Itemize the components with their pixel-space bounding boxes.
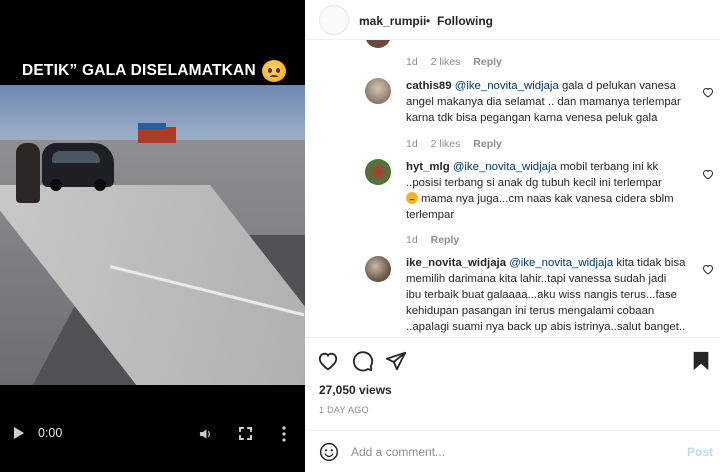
video-time: 0:00 <box>38 426 63 440</box>
comment-line: ..posisi terbang si anak dg tubuh kecil … <box>406 177 662 189</box>
post-sidebar: mak_rumpii • Following 1d 2 likes Reply … <box>305 0 720 472</box>
pleading-face-emoji-icon <box>261 60 286 82</box>
comment-likes[interactable]: 2 likes <box>431 138 461 150</box>
comment-meta: 1d Reply <box>406 234 469 246</box>
author-username[interactable]: mak_rumpii <box>359 14 426 28</box>
post-timestamp[interactable]: 1 DAY AGO <box>319 405 369 415</box>
comment-mention[interactable]: @ike_novita_widjaja <box>453 161 557 173</box>
comment-meta: 1d 2 likes Reply <box>406 138 512 150</box>
reply-button[interactable]: Reply <box>431 234 460 246</box>
comment-text: cathis89 @ike_novita_widjaja gala d pelu… <box>406 78 689 126</box>
like-comment-heart-icon[interactable] <box>702 87 714 98</box>
video-frame[interactable] <box>0 85 305 385</box>
comment-line: karna tdk bisa pegangan karna venesa pel… <box>406 112 658 124</box>
emoji-picker-smiley-icon[interactable] <box>319 442 339 462</box>
share-send-icon[interactable] <box>385 350 407 372</box>
like-comment-heart-icon[interactable] <box>702 169 714 180</box>
comment-mention[interactable]: @ike_novita_widjaja <box>455 80 559 92</box>
comment-username[interactable]: cathis89 <box>406 80 452 92</box>
view-count[interactable]: 27,050 views <box>319 383 392 397</box>
comment-age: 1d <box>406 234 418 246</box>
comment-line: terlempar <box>406 209 455 221</box>
comment-mention[interactable]: @ike_novita_widjaja <box>509 257 613 269</box>
post-header: mak_rumpii • Following <box>305 0 720 40</box>
more-options-icon[interactable] <box>282 425 286 443</box>
volume-icon[interactable] <box>199 427 212 441</box>
comment-line: memilih darimana kita lahir..tapi vaness… <box>406 273 667 285</box>
comment-line: angel makanya dia selamat .. dan mamanya… <box>406 96 681 108</box>
like-heart-icon[interactable] <box>317 350 339 372</box>
comment-meta: 1d 2 likes Reply <box>406 56 512 68</box>
sad-face-emoji-icon <box>406 192 418 204</box>
video-player[interactable]: DETIK” GALA DISELAMATKAN 0:00 <box>0 0 305 472</box>
comment-input[interactable] <box>351 443 671 461</box>
comment-line: kehidupan pasangan ini terus mengalami c… <box>406 305 655 317</box>
video-frame-person <box>16 143 40 203</box>
comment-avatar[interactable] <box>365 78 391 104</box>
comments-list[interactable]: 1d 2 likes Reply cathis89 @ike_novita_wi… <box>305 40 720 336</box>
video-caption: DETIK” GALA DISELAMATKAN <box>22 60 286 82</box>
like-comment-heart-icon[interactable] <box>702 264 714 275</box>
comment-avatar[interactable] <box>365 256 391 282</box>
comment-username[interactable]: ike_novita_widjaja <box>406 257 506 269</box>
car-wheel <box>94 179 106 191</box>
comment-text: hyt_mlg @ike_novita_widjaja mobil terban… <box>406 159 689 223</box>
comment-bubble-icon[interactable] <box>352 350 374 372</box>
comment-age: 1d <box>406 56 418 68</box>
instagram-post-modal: DETIK” GALA DISELAMATKAN 0:00 mak_rumpii… <box>0 0 720 472</box>
fullscreen-icon[interactable] <box>239 427 252 440</box>
post-actions-bar <box>305 337 720 381</box>
comment-line: gala d pelukan vanesa <box>561 80 676 92</box>
comment-avatar[interactable] <box>365 159 391 185</box>
add-comment-bar: Post <box>305 430 720 472</box>
comment-line: ..apalagi suami nya back up abis istriny… <box>406 321 686 333</box>
comment-age: 1d <box>406 138 418 150</box>
save-bookmark-icon[interactable] <box>690 350 712 372</box>
play-icon[interactable] <box>14 427 24 439</box>
comment-username[interactable]: hyt_mlg <box>406 161 450 173</box>
video-controls: 0:00 <box>0 420 305 448</box>
reply-button[interactable]: Reply <box>473 56 502 68</box>
comment-line: ibu terbaik buat galaaaa...aku wiss nang… <box>406 289 678 301</box>
post-comment-button[interactable]: Post <box>687 445 713 459</box>
comment-line: kita tidak bisa <box>616 257 686 269</box>
comment-text: ike_novita_widjaja @ike_novita_widjaja k… <box>406 255 689 335</box>
video-frame-car <box>42 143 114 191</box>
car-wheel <box>50 179 62 191</box>
video-frame-truck <box>138 123 176 143</box>
following-button[interactable]: Following <box>437 14 493 28</box>
comment-avatar[interactable] <box>365 40 391 48</box>
comment-likes[interactable]: 2 likes <box>431 56 461 68</box>
video-caption-text: DETIK” GALA DISELAMATKAN <box>22 62 256 79</box>
comment-line: mama nya juga...cm naas kak vanesa cider… <box>421 193 674 205</box>
header-separator: • <box>426 14 431 28</box>
author-avatar[interactable] <box>319 5 349 35</box>
reply-button[interactable]: Reply <box>473 138 502 150</box>
comment-line: mobil terbang ini kk <box>560 161 659 173</box>
